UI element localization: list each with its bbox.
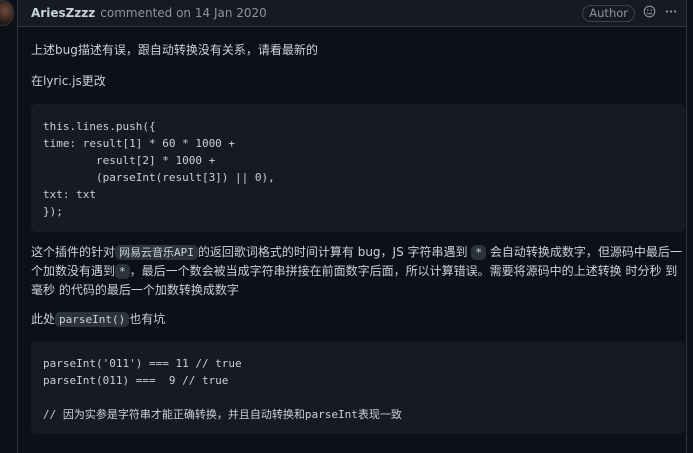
code-block-parseint: parseInt('011') === 11 // true parseInt(… (31, 341, 685, 434)
header-actions: Author (582, 4, 678, 22)
inline-code-asterisk: * (471, 245, 486, 260)
explanation-text-1: 这个插件的针对 (31, 245, 116, 259)
paragraph-bug-correction: 上述bug描述有误，跟自动转换没有关系，请看最新的 (31, 43, 318, 57)
comment-card: AriesZzzz commented on 14 Jan 2020 Autho… (17, 0, 687, 453)
inline-code-parseint: parseInt() (55, 312, 130, 327)
inline-code-api: 网易云音乐API (115, 245, 198, 260)
paragraph-file-change: 在lyric.js更改 (31, 74, 106, 88)
avatar[interactable] (0, 0, 14, 26)
code-block-lyric: this.lines.push({ time: result[1] * 60 *… (31, 104, 685, 232)
author-badge: Author (582, 4, 635, 22)
parseint-text-2: 也有坑 (129, 312, 166, 326)
comment-timestamp[interactable]: commented on 14 Jan 2020 (100, 6, 267, 20)
author-link[interactable]: AriesZzzz (31, 6, 95, 20)
explanation-text-2: 的返回歌词格式的时间计算有 bug，JS 字符串遇到 (197, 245, 468, 259)
comment-header: AriesZzzz commented on 14 Jan 2020 Autho… (18, 0, 686, 27)
smiley-icon[interactable] (643, 5, 656, 21)
inline-code-asterisk-2: * (115, 264, 130, 279)
kebab-horizontal-icon[interactable] (664, 5, 678, 21)
paragraph-parseint: 此处 parseInt() 也有坑 (31, 311, 165, 328)
paragraph-explanation: 这个插件的针对 网易云音乐API 的返回歌词格式的时间计算有 bug，JS 字符串遇… (31, 243, 687, 299)
parseint-text-1: 此处 (31, 312, 56, 326)
